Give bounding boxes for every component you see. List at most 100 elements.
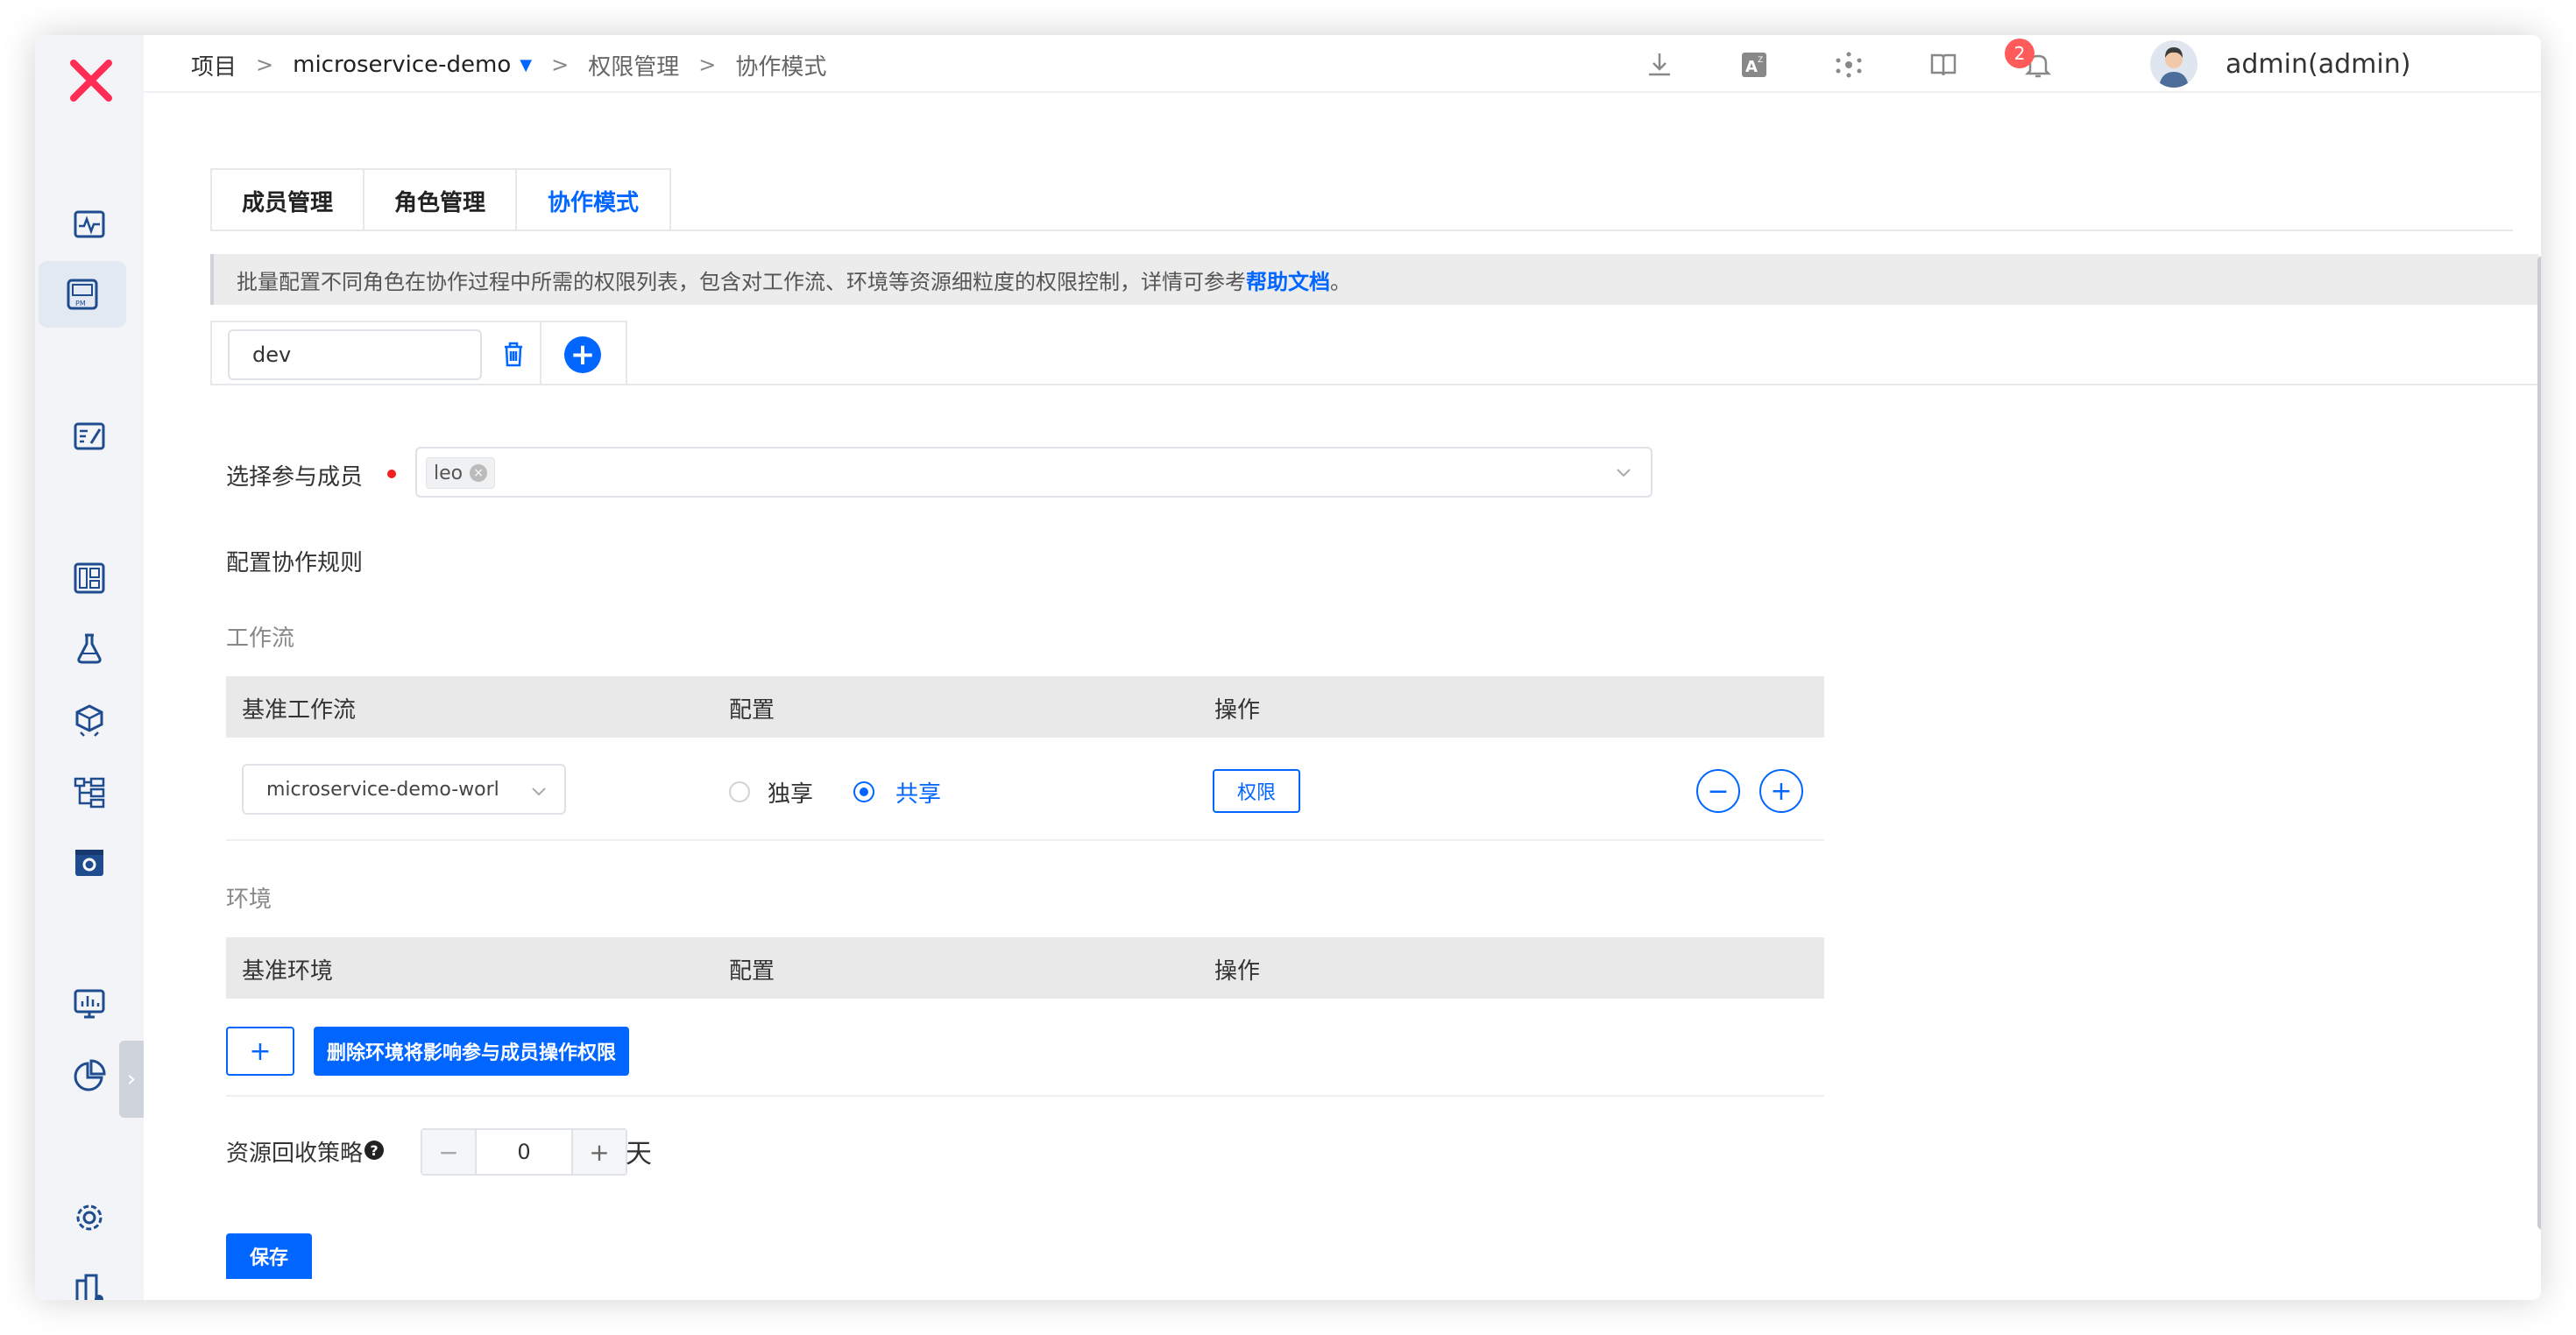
minus-icon: − — [438, 1137, 459, 1167]
group-name-input[interactable]: dev — [228, 329, 482, 380]
pulse-icon — [74, 210, 105, 238]
avatar[interactable] — [2150, 40, 2197, 88]
tabs-divider — [210, 230, 2513, 231]
delete-environment-warning-button[interactable]: 删除环境将影响参与成员操作权限 — [314, 1027, 629, 1076]
collaboration-group-tabs: dev + — [210, 321, 627, 385]
breadcrumb-separator: > — [698, 53, 717, 77]
breadcrumb-separator: > — [551, 53, 570, 77]
translate-icon: AZ — [1742, 53, 1766, 77]
tab-collaboration[interactable]: 协作模式 — [517, 170, 669, 231]
sidebar-collapse-toggle[interactable]: › — [119, 1041, 144, 1118]
sidebar-item-test[interactable] — [35, 615, 144, 682]
notification-badge: 2 — [2005, 39, 2035, 68]
sidebar-item-system-settings[interactable] — [35, 1184, 144, 1251]
remove-row-button[interactable]: − — [1696, 769, 1740, 813]
plus-icon: + — [1770, 775, 1793, 807]
recycle-unit: 天 — [626, 1139, 652, 1169]
svg-text:Z: Z — [1758, 56, 1763, 65]
tree-structure-icon — [74, 777, 105, 809]
workflow-select[interactable]: microservice-demo-worl — [242, 764, 566, 815]
radio-exclusive[interactable] — [729, 781, 750, 802]
dashboard-icon — [74, 562, 105, 594]
recycle-days-value[interactable]: 0 — [475, 1130, 573, 1174]
bar-screen-icon — [74, 989, 105, 1019]
row-divider — [226, 839, 1824, 841]
permission-button[interactable]: 权限 — [1213, 769, 1300, 813]
breadcrumb-separator: > — [256, 53, 274, 77]
member-tag: leo × — [426, 457, 496, 489]
user-avatar-icon — [2159, 47, 2189, 88]
trash-icon[interactable] — [496, 336, 531, 371]
chevron-right-icon: › — [126, 1066, 137, 1092]
sidebar-item-monitor[interactable] — [35, 191, 144, 258]
breadcrumb: 项目 > microservice-demo ▼ > 权限管理 > 协作模式 — [191, 47, 826, 82]
sidebar-item-services[interactable] — [35, 759, 144, 825]
bottom-fade — [144, 1288, 2541, 1300]
sidebar-item-project[interactable]: PM — [39, 261, 126, 328]
save-button[interactable]: 保存 — [226, 1233, 312, 1279]
column-header: 配置 — [729, 958, 775, 985]
info-suffix: 。 — [1330, 269, 1351, 294]
sidebar-item-monitor-screen[interactable] — [35, 971, 144, 1037]
info-text: 批量配置不同角色在协作过程中所需的权限列表，包含对工作流、环境等资源细粒度的权限… — [237, 269, 1246, 294]
column-header: 基准环境 — [242, 958, 334, 985]
radio-shared[interactable] — [853, 781, 874, 802]
divider — [540, 322, 541, 385]
top-bar: 项目 > microservice-demo ▼ > 权限管理 > 协作模式 A… — [144, 35, 2541, 93]
radio-exclusive-label[interactable]: 独享 — [768, 776, 813, 809]
download-button[interactable] — [1642, 47, 1677, 82]
docs-button[interactable] — [1926, 47, 1961, 82]
pie-chart-icon — [74, 1059, 106, 1091]
breadcrumb-root[interactable]: 项目 — [191, 49, 237, 81]
breadcrumb-current: 协作模式 — [735, 53, 827, 81]
plugins-button[interactable] — [1831, 47, 1866, 82]
plus-icon: + — [589, 1137, 610, 1167]
add-environment-button[interactable]: + — [226, 1027, 294, 1076]
tab-members[interactable]: 成员管理 — [212, 170, 364, 231]
book-icon — [1930, 53, 1957, 76]
sidebar-item-dashboard[interactable] — [35, 545, 144, 611]
user-name[interactable]: admin(admin) — [2226, 46, 2410, 84]
decrement-button[interactable]: − — [422, 1130, 475, 1174]
add-row-button[interactable]: + — [1759, 769, 1803, 813]
question-icon[interactable]: ? — [364, 1141, 384, 1160]
flask-icon — [77, 633, 102, 664]
members-label: 选择参与成员 — [226, 464, 364, 491]
app-window: PM › 项目 > microservice-demo ▼ > 权限管理 > 协… — [35, 35, 2541, 1300]
vertical-scrollbar[interactable] — [2537, 256, 2541, 1230]
package-icon — [75, 704, 103, 737]
radio-shared-label[interactable]: 共享 — [895, 776, 941, 809]
environment-table-header: 基准环境 配置 操作 — [226, 937, 1824, 999]
building-settings-icon — [75, 1274, 103, 1300]
breadcrumb-project[interactable]: microservice-demo — [293, 52, 511, 78]
environment-section-label: 环境 — [226, 886, 272, 913]
permission-tabs: 成员管理 角色管理 协作模式 — [210, 168, 671, 231]
app-logo[interactable] — [58, 47, 124, 114]
breadcrumb-section[interactable]: 权限管理 — [588, 49, 679, 81]
column-header: 操作 — [1214, 958, 1261, 985]
sidebar-item-enterprise[interactable] — [35, 1256, 144, 1300]
tab-roles[interactable]: 角色管理 — [364, 170, 517, 231]
close-icon[interactable]: × — [470, 464, 488, 482]
chevron-down-icon — [532, 788, 546, 796]
add-group-button[interactable]: + — [564, 336, 601, 373]
translate-button[interactable]: AZ — [1737, 47, 1772, 82]
sidebar-item-delivery[interactable] — [35, 687, 144, 753]
caret-down-icon[interactable]: ▼ — [520, 56, 532, 74]
members-select[interactable]: leo × — [415, 447, 1652, 498]
column-header: 基准工作流 — [242, 697, 357, 724]
recycle-days-stepper[interactable]: − 0 + — [421, 1128, 627, 1176]
member-tag-label: leo — [434, 462, 464, 484]
group-tabs-divider — [210, 384, 2539, 385]
help-docs-link[interactable]: 帮助文档 — [1246, 265, 1330, 295]
recycle-label: 资源回收策略 — [226, 1141, 364, 1167]
sidebar-item-plan[interactable] — [35, 403, 144, 470]
download-icon — [1649, 53, 1670, 76]
main-content: 成员管理 角色管理 协作模式 批量配置不同角色在协作过程中所需的权限列表，包含对… — [144, 93, 2541, 1300]
project-pm-icon: PM — [67, 279, 98, 310]
rules-label: 配置协作规则 — [226, 550, 364, 576]
svg-text:A: A — [1745, 58, 1758, 76]
increment-button[interactable]: + — [573, 1130, 626, 1174]
edit-list-icon — [74, 422, 105, 450]
sidebar-item-settings-box[interactable] — [35, 829, 144, 895]
